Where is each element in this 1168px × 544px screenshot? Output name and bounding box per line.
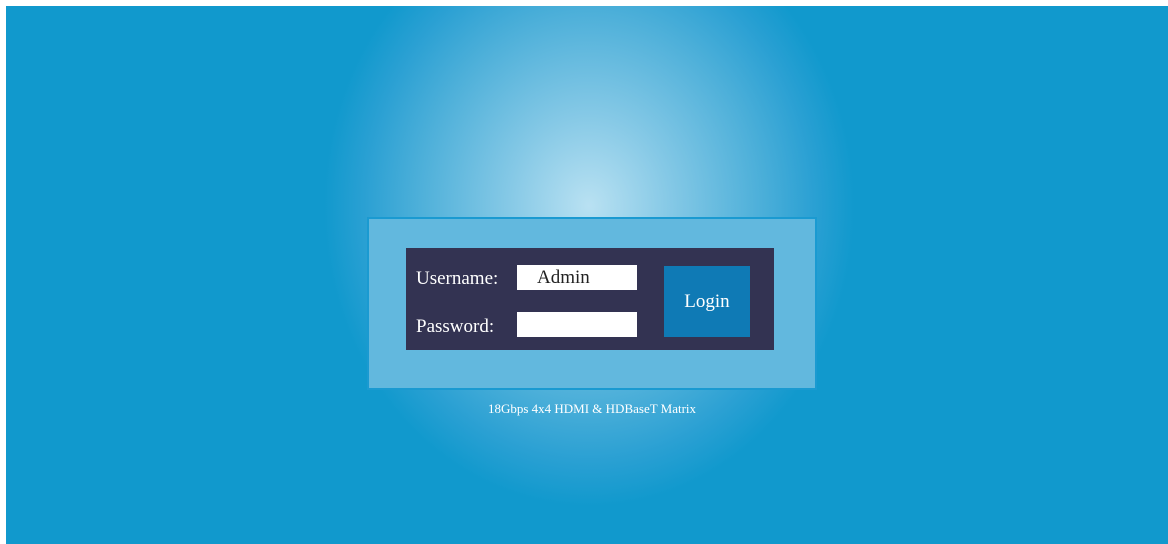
login-frame: Username: Password: Login <box>367 217 817 390</box>
password-input[interactable] <box>517 312 637 337</box>
login-panel: Username: Password: Login <box>406 248 774 350</box>
product-name: 18Gbps 4x4 HDMI & HDBaseT Matrix <box>487 401 697 416</box>
password-label: Password: <box>416 316 495 337</box>
login-page: Username: Password: Login 18Gbps 4x4 HDM… <box>6 6 1168 544</box>
username-label: Username: <box>416 268 499 289</box>
login-button[interactable]: Login <box>664 266 750 337</box>
username-input[interactable] <box>517 265 637 290</box>
